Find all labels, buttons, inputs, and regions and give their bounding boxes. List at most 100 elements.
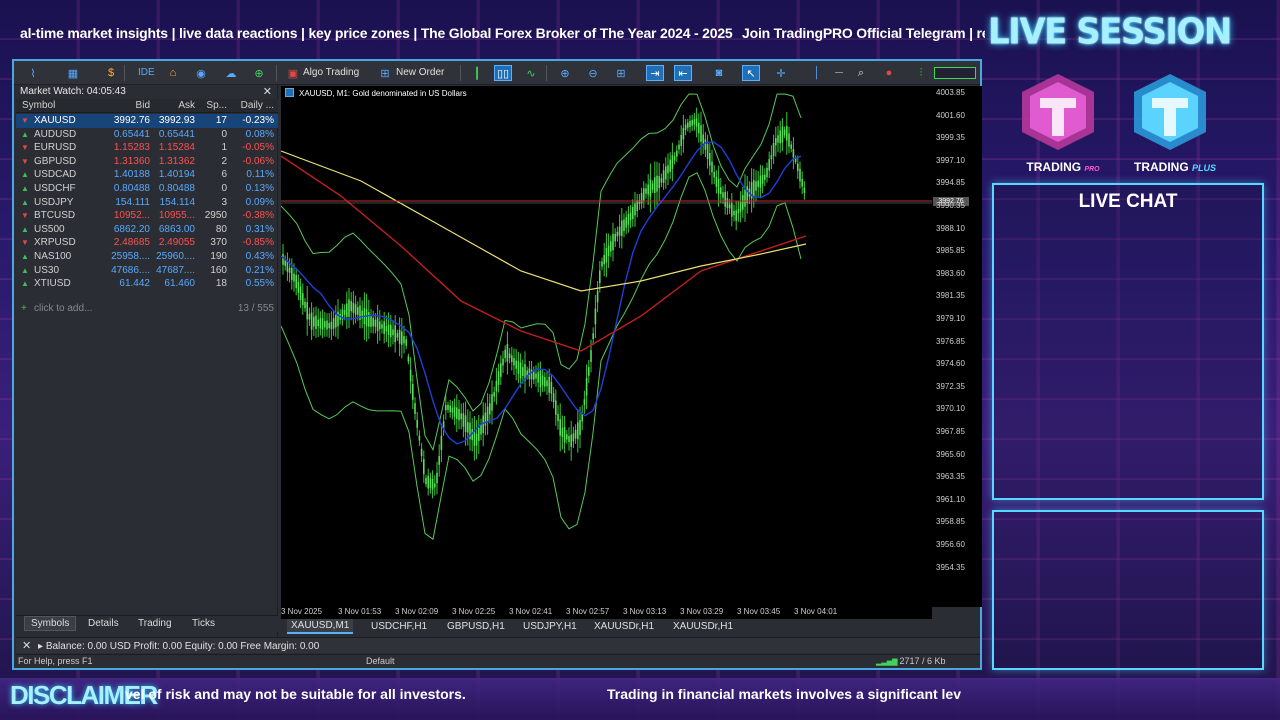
candle-body	[601, 261, 603, 267]
candle-body	[671, 155, 674, 169]
community-icon[interactable]: ⊕	[250, 65, 268, 81]
candle-body	[539, 370, 542, 388]
symbol-row[interactable]: ▼ EURUSD 1.15283 1.15284 1 -0.05%	[16, 141, 278, 155]
symbol-row[interactable]: ▲ XTIUSD 61.442 61.460 18 0.55%	[16, 277, 278, 291]
spread-value: 2950	[204, 210, 227, 222]
new-order-icon[interactable]: ⊞	[376, 65, 394, 81]
algo-trading-icon[interactable]: ▣	[284, 65, 302, 81]
candle-body	[418, 435, 421, 441]
price-tick: 3958.85	[936, 517, 965, 527]
symbol-row[interactable]: ▲ USDCHF 0.80488 0.80488 0 0.13%	[16, 182, 278, 196]
timeframes-icon[interactable]: ▦	[64, 65, 82, 81]
price-axis: 4003.85 4001.60 3999.35 3997.10 3994.85 3992.…	[932, 86, 982, 607]
header-bid[interactable]: Bid	[108, 99, 150, 112]
chart-tab[interactable]: USDJPY,H1	[523, 621, 577, 632]
chart-tab[interactable]: XAUUSDr,H1	[594, 621, 654, 632]
candle-body	[583, 399, 586, 406]
price-tick: 3954.35	[936, 562, 965, 572]
symbol-row[interactable]: ▼ XAUUSD 3992.76 3992.93 17 -0.23%	[16, 114, 278, 128]
vertical-line-icon[interactable]: │	[808, 65, 826, 81]
header-ask[interactable]: Ask	[153, 99, 195, 112]
symbol-row[interactable]: ▼ BTCUSD 10952... 10955... 2950 -0.38%	[16, 209, 278, 223]
candle-body	[592, 333, 594, 340]
candle-body	[605, 247, 608, 263]
crosshair-icon[interactable]: ✛	[772, 65, 790, 81]
price-chart[interactable]: XAUUSD, M1: Gold denominated in US Dolla…	[281, 86, 932, 607]
candle-body	[530, 369, 533, 380]
candle-body	[594, 308, 597, 325]
symbol-row[interactable]: ▲ NAS100 25958.... 25960.... 190 0.43%	[16, 250, 278, 264]
zoom-in-icon[interactable]: ⊕	[556, 65, 574, 81]
chart-type-icon[interactable]: ⌇	[24, 65, 42, 81]
candle-body	[660, 178, 663, 183]
signals-icon[interactable]: ◉	[192, 65, 210, 81]
chart-tabs: XAUUSD,M1 USDCHF,H1 GBPUSD,H1 USDJPY,H1 XAUU…	[281, 619, 980, 635]
cursor-icon[interactable]: ↖	[742, 65, 760, 81]
bollinger-upper	[281, 93, 802, 452]
chart-tab[interactable]: XAUUSDr,H1	[673, 621, 733, 632]
line-chart-icon[interactable]: ∿	[522, 65, 540, 81]
chart-shift-icon[interactable]: ⇤	[674, 65, 692, 81]
candle-body	[412, 384, 414, 400]
candle-body	[414, 403, 416, 414]
header-spread[interactable]: Sp...	[199, 99, 227, 112]
chart-tab[interactable]: XAUUSD,M1	[287, 619, 354, 634]
candle-body	[425, 477, 427, 485]
search-icon[interactable]: ⌕	[852, 65, 870, 81]
candle-body	[467, 422, 469, 433]
deposit-icon[interactable]: $	[102, 65, 120, 81]
chart-tab[interactable]: USDCHF,H1	[371, 621, 427, 632]
price-tick: 3967.85	[936, 427, 965, 436]
close-icon[interactable]: ✕	[263, 85, 272, 99]
candle-body	[566, 434, 568, 440]
candle-body	[612, 233, 614, 251]
tile-windows-icon[interactable]: ⊞	[612, 65, 630, 81]
symbol-name: NAS100	[34, 251, 72, 262]
add-symbol-row[interactable]: + click to add... 13 / 555	[16, 302, 278, 316]
chart-title: XAUUSD, M1: Gold denominated in US Dolla…	[285, 88, 467, 98]
horizontal-line-icon[interactable]: ─	[830, 65, 848, 81]
candle-body	[669, 159, 671, 172]
tab-ticks[interactable]: Ticks	[186, 618, 221, 629]
candle-body	[772, 143, 775, 156]
header-symbol[interactable]: Symbol	[22, 99, 92, 112]
tab-details[interactable]: Details	[82, 618, 125, 629]
price-tick: 3961.10	[936, 494, 965, 504]
ide-button[interactable]: IDE	[138, 67, 155, 78]
screenshot-icon[interactable]: ◙	[710, 65, 728, 81]
symbol-row[interactable]: ▲ AUDUSD 0.65441 0.65441 0 0.08%	[16, 128, 278, 142]
vps-icon[interactable]: ☁	[222, 65, 240, 81]
bid-price: 1.40188	[113, 169, 150, 181]
market-icon[interactable]: ⌂	[164, 65, 182, 81]
chart-canvas[interactable]	[281, 86, 932, 607]
header-daily[interactable]: Daily ...	[230, 99, 274, 112]
symbol-row[interactable]: ▼ GBPUSD 1.31360 1.31362 2 -0.06%	[16, 155, 278, 169]
chart-tab[interactable]: GBPUSD,H1	[447, 621, 505, 632]
candle-body	[766, 167, 768, 178]
time-tick: 3 Nov 02:09	[395, 607, 439, 616]
symbol-row[interactable]: ▲ US30 47686.... 47687.... 160 0.21%	[16, 264, 278, 278]
symbol-row[interactable]: ▲ USDCAD 1.40188 1.40194 6 0.11%	[16, 168, 278, 182]
candle-body	[757, 180, 759, 187]
close-icon[interactable]: ✕	[22, 639, 31, 652]
candle-body	[682, 128, 685, 140]
algo-trading-button[interactable]: Algo Trading	[303, 67, 359, 78]
signal-strength-icon[interactable]: ⫶	[912, 65, 930, 81]
candle-body	[559, 419, 561, 436]
candle-body	[550, 382, 553, 394]
tab-trading[interactable]: Trading	[132, 618, 178, 629]
plus-icon: +	[21, 303, 27, 314]
new-order-button[interactable]: New Order	[396, 67, 444, 78]
symbol-row[interactable]: ▲ US500 6862.20 6863.00 80 0.31%	[16, 223, 278, 237]
symbol-row[interactable]: ▲ USDJPY 154.111 154.114 3 0.09%	[16, 196, 278, 210]
status-profile[interactable]: Default	[366, 656, 395, 666]
candle-body	[453, 406, 456, 417]
autoscroll-icon[interactable]: ⇥	[646, 65, 664, 81]
symbol-row[interactable]: ▼ XRPUSD 2.48685 2.49055 370 -0.85%	[16, 236, 278, 250]
tab-symbols[interactable]: Symbols	[24, 616, 77, 631]
candle-body	[321, 318, 324, 330]
zoom-out-icon[interactable]: ⊖	[584, 65, 602, 81]
bar-chart-icon[interactable]: ┃	[468, 65, 486, 81]
notifications-icon[interactable]: ●	[880, 65, 898, 81]
candlestick-icon[interactable]: ▯▯	[494, 65, 512, 81]
